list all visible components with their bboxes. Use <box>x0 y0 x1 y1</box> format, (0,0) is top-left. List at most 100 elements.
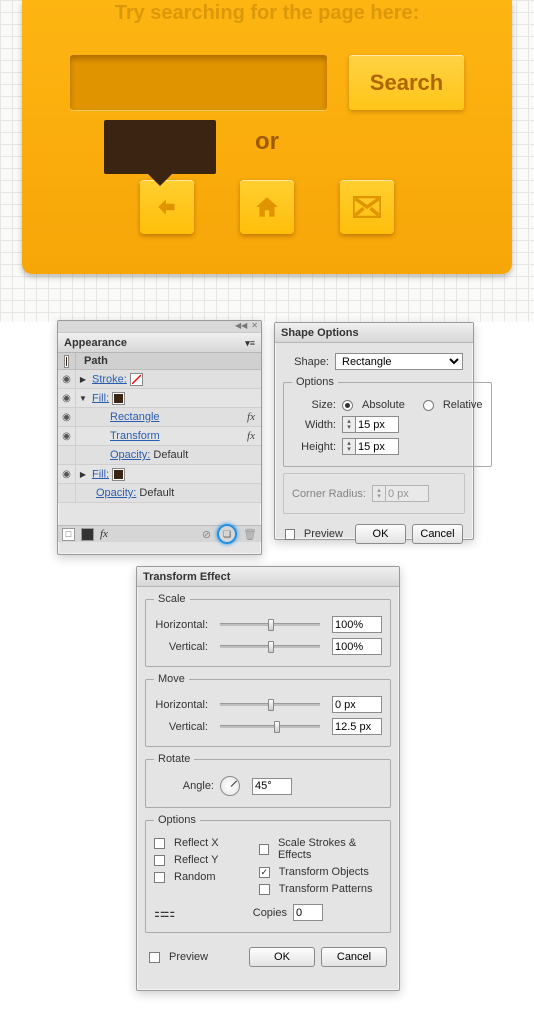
scale-h-input[interactable] <box>332 616 382 633</box>
fx-icon[interactable]: fx <box>241 430 261 442</box>
visibility-toggle[interactable]: ◉ <box>58 427 76 445</box>
stroke-pick-icon[interactable] <box>81 528 94 541</box>
expand-icon[interactable]: ▶ <box>76 375 90 384</box>
opacity-label[interactable]: Opacity: <box>110 449 150 461</box>
copies-label: Copies <box>243 907 287 919</box>
move-v-slider[interactable] <box>214 725 326 728</box>
search-card: Try searching for the page here: Search … <box>22 0 512 274</box>
visibility-toggle[interactable]: ◉ <box>58 408 76 426</box>
opacity-row[interactable]: Opacity: Default <box>58 446 261 465</box>
absolute-label: Absolute <box>362 399 405 411</box>
mail-button[interactable] <box>340 180 394 234</box>
ok-button[interactable]: OK <box>355 524 406 544</box>
transform-title: Transform Effect <box>137 567 399 587</box>
stroke-label[interactable]: Stroke: <box>92 373 127 385</box>
appearance-target-row[interactable]: Path <box>58 353 261 370</box>
search-button[interactable]: Search <box>349 55 464 110</box>
copies-input[interactable] <box>293 904 323 921</box>
collapse-icon[interactable]: ◀◀ <box>235 321 247 332</box>
visibility-toggle[interactable]: ◉ <box>58 389 76 407</box>
width-input[interactable] <box>355 416 399 433</box>
cancel-button[interactable]: Cancel <box>321 947 387 967</box>
clear-icon[interactable]: ⊘ <box>202 528 211 541</box>
shape-select[interactable]: Rectangle <box>335 353 463 370</box>
angle-input[interactable] <box>252 778 292 795</box>
preview-checkbox[interactable] <box>285 529 295 540</box>
no-fill-icon[interactable]: □ <box>62 528 75 541</box>
scale-v-slider[interactable] <box>214 645 326 648</box>
reflect-y-checkbox[interactable] <box>154 855 165 866</box>
spinner-icon[interactable]: ▴▾ <box>342 438 355 455</box>
angle-dial[interactable] <box>220 776 240 796</box>
none-swatch-icon[interactable] <box>130 373 143 386</box>
transform-effect-label[interactable]: Transform <box>110 430 160 442</box>
rectangle-effect-label[interactable]: Rectangle <box>110 411 160 423</box>
relative-radio[interactable] <box>423 400 434 411</box>
opacity-label[interactable]: Opacity: <box>96 487 136 499</box>
nine-point-icon[interactable]: ⚏⚏ <box>154 905 178 921</box>
home-button[interactable] <box>240 180 294 234</box>
move-h-input[interactable] <box>332 696 382 713</box>
rotate-legend: Rotate <box>154 753 194 765</box>
fill-swatch-icon[interactable] <box>112 392 125 405</box>
corner-fieldset: Corner Radius: ▴▾ <box>283 473 465 514</box>
opacity-row-2[interactable]: Opacity: Default <box>58 484 261 503</box>
fill-swatch-icon[interactable] <box>112 468 125 481</box>
fill-row[interactable]: ◉ ▼ Fill: <box>58 389 261 408</box>
effect-rectangle-row[interactable]: ◉ Rectangle fx <box>58 408 261 427</box>
fill-row-2[interactable]: ◉ ▶ Fill: <box>58 465 261 484</box>
visibility-toggle[interactable]: ◉ <box>58 465 76 483</box>
preview-checkbox[interactable] <box>149 952 160 963</box>
expand-icon[interactable]: ▼ <box>76 394 90 403</box>
scale-h-label: Horizontal: <box>154 619 208 631</box>
absolute-radio[interactable] <box>342 400 353 411</box>
transform-objects-checkbox[interactable] <box>259 867 270 878</box>
reflect-y-label: Reflect Y <box>174 854 218 866</box>
spinner-icon: ▴▾ <box>372 485 385 502</box>
visibility-toggle[interactable]: ◉ <box>58 370 76 388</box>
tooltip-bubble <box>104 120 216 174</box>
effect-transform-row[interactable]: ◉ Transform fx <box>58 427 261 446</box>
trash-icon[interactable]: 🗑 <box>243 528 257 541</box>
reflect-x-checkbox[interactable] <box>154 838 165 849</box>
width-field[interactable]: ▴▾ <box>342 416 399 433</box>
transform-patterns-label: Transform Patterns <box>279 883 373 895</box>
scale-v-input[interactable] <box>332 638 382 655</box>
fx-icon[interactable]: fx <box>241 411 261 423</box>
move-v-label: Vertical: <box>154 721 208 733</box>
hint-text: Try searching for the page here: <box>22 0 512 25</box>
move-h-slider[interactable] <box>214 703 326 706</box>
search-input[interactable] <box>70 55 327 110</box>
stroke-row[interactable]: ◉ ▶ Stroke: <box>58 370 261 389</box>
expand-icon[interactable]: ▶ <box>76 470 90 479</box>
relative-label: Relative <box>443 399 483 411</box>
fill-label[interactable]: Fill: <box>92 468 109 480</box>
transform-patterns-checkbox[interactable] <box>259 884 270 895</box>
target-name: Path <box>76 355 108 367</box>
transform-effect-dialog: Transform Effect Scale Horizontal: Verti… <box>136 566 400 991</box>
scale-strokes-checkbox[interactable] <box>259 844 269 855</box>
target-swatch <box>64 355 69 368</box>
scale-h-slider[interactable] <box>214 623 326 626</box>
cancel-button[interactable]: Cancel <box>412 524 463 544</box>
shape-options-title: Shape Options <box>275 323 473 343</box>
scale-v-label: Vertical: <box>154 641 208 653</box>
fill-label[interactable]: Fill: <box>92 392 109 404</box>
random-checkbox[interactable] <box>154 872 165 883</box>
options-fieldset: Options Reflect X Reflect Y Random Scale… <box>145 814 391 933</box>
height-field[interactable]: ▴▾ <box>342 438 399 455</box>
close-icon[interactable]: ✕ <box>251 321 258 332</box>
preview-label: Preview <box>169 951 208 963</box>
reflect-x-label: Reflect X <box>174 837 219 849</box>
ok-button[interactable]: OK <box>249 947 315 967</box>
scale-legend: Scale <box>154 593 190 605</box>
duplicate-button[interactable]: ❏ <box>217 524 237 544</box>
shape-label: Shape: <box>285 356 329 368</box>
options-legend: Options <box>154 814 200 826</box>
move-v-input[interactable] <box>332 718 382 735</box>
spinner-icon[interactable]: ▴▾ <box>342 416 355 433</box>
height-label: Height: <box>292 441 336 453</box>
add-effect-button[interactable]: fx <box>100 528 108 540</box>
panel-menu-icon[interactable]: ▾≡ <box>245 333 255 352</box>
height-input[interactable] <box>355 438 399 455</box>
